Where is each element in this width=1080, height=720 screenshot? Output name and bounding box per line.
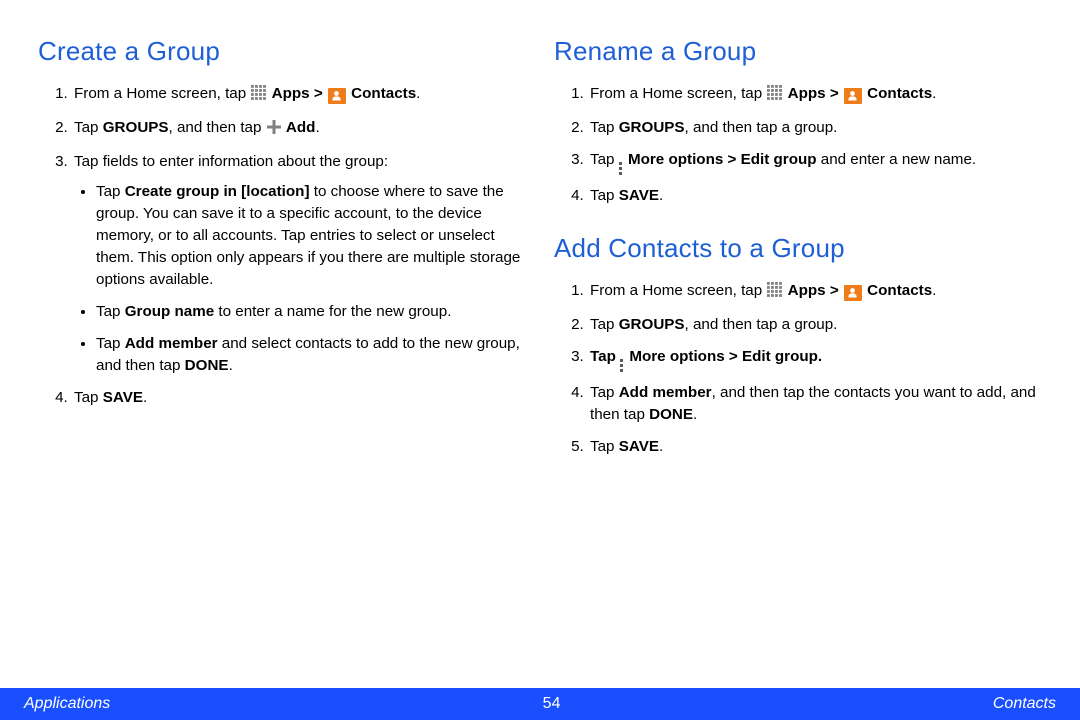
- text-bold: Contacts: [867, 282, 932, 299]
- text-bold: Apps: [788, 282, 826, 299]
- list-item: Tap Group name to enter a name for the n…: [96, 301, 526, 323]
- text: Tap: [590, 438, 619, 455]
- text-bold: GROUPS: [619, 316, 685, 333]
- text-bold: SAVE: [619, 438, 659, 455]
- page-footer: Applications 54 Contacts: [0, 688, 1080, 720]
- text: Tap: [590, 151, 619, 168]
- text: From a Home screen, tap: [74, 85, 250, 102]
- page-number: 54: [543, 695, 561, 713]
- text-bold: Add member: [619, 384, 712, 401]
- right-column: Rename a Group From a Home screen, tap A…: [554, 36, 1042, 682]
- contact-icon: [328, 88, 346, 104]
- text: Tap: [96, 303, 125, 320]
- text-bold: Tap: [590, 348, 620, 365]
- text-bold: Contacts: [351, 85, 416, 102]
- text-bold: SAVE: [103, 389, 143, 406]
- list-item: From a Home screen, tap Apps > Contacts.: [588, 83, 1042, 107]
- footer-right: Contacts: [993, 695, 1056, 713]
- apps-grid-icon: [767, 85, 782, 107]
- text-bold: Add member: [125, 335, 218, 352]
- text: Tap fields to enter information about th…: [74, 153, 388, 170]
- text: Tap: [96, 183, 125, 200]
- footer-left: Applications: [24, 695, 110, 713]
- list-item: Tap More options > Edit group.: [588, 346, 1042, 372]
- text-bold: More options > Edit group: [629, 348, 818, 365]
- add-contacts-steps: From a Home screen, tap Apps > Contacts.: [554, 280, 1042, 458]
- list-item: From a Home screen, tap Apps > Contacts.: [72, 83, 526, 107]
- text: Tap: [590, 119, 619, 136]
- apps-grid-icon: [767, 282, 782, 304]
- text-bold: >: [310, 85, 327, 102]
- text: .: [932, 282, 936, 299]
- list-item: Tap SAVE.: [588, 436, 1042, 458]
- list-item: Tap More options > Edit group and enter …: [588, 149, 1042, 175]
- text: , and then tap a group.: [685, 316, 838, 333]
- list-item: Tap Add member and select contacts to ad…: [96, 333, 526, 377]
- list-item: Tap SAVE.: [588, 185, 1042, 207]
- list-item: Tap Create group in [location] to choose…: [96, 181, 526, 291]
- text-bold: GROUPS: [103, 119, 169, 136]
- contact-icon: [844, 285, 862, 301]
- text: .: [315, 119, 319, 136]
- text: .: [659, 187, 663, 204]
- list-item: Tap GROUPS, and then tap a group.: [588, 117, 1042, 139]
- list-item: From a Home screen, tap Apps > Contacts.: [588, 280, 1042, 304]
- text-bold: DONE: [185, 357, 229, 374]
- heading-rename-group: Rename a Group: [554, 36, 1042, 67]
- list-item: Tap fields to enter information about th…: [72, 151, 526, 377]
- text: , and then tap: [169, 119, 266, 136]
- list-item: Tap GROUPS, and then tap a group.: [588, 314, 1042, 336]
- text: .: [229, 357, 233, 374]
- rename-group-steps: From a Home screen, tap Apps > Contacts.: [554, 83, 1042, 207]
- plus-icon: [267, 119, 281, 141]
- text: Tap: [590, 384, 619, 401]
- text-bold: Contacts: [867, 85, 932, 102]
- more-options-icon: [620, 359, 623, 372]
- create-group-steps: From a Home screen, tap Apps > Contacts.: [38, 83, 526, 409]
- text-bold: More options > Edit group: [628, 151, 817, 168]
- text: .: [416, 85, 420, 102]
- list-item: Tap Add member, and then tap the contact…: [588, 382, 1042, 426]
- text: , and then tap a group.: [685, 119, 838, 136]
- page-content: Create a Group From a Home screen, tap A…: [0, 0, 1080, 682]
- text-bold: Add: [286, 119, 316, 136]
- left-column: Create a Group From a Home screen, tap A…: [38, 36, 526, 682]
- text: .: [143, 389, 147, 406]
- text-bold: Apps: [788, 85, 826, 102]
- heading-create-group: Create a Group: [38, 36, 526, 67]
- text: Tap: [96, 335, 125, 352]
- list-item: Tap GROUPS, and then tap Add.: [72, 117, 526, 141]
- text-bold: >: [826, 282, 843, 299]
- text: From a Home screen, tap: [590, 85, 766, 102]
- list-item: Tap SAVE.: [72, 387, 526, 409]
- text-bold: GROUPS: [619, 119, 685, 136]
- heading-add-contacts: Add Contacts to a Group: [554, 233, 1042, 264]
- text: Tap: [590, 316, 619, 333]
- contact-icon: [844, 88, 862, 104]
- text: .: [693, 406, 697, 423]
- more-options-icon: [619, 162, 622, 175]
- text: From a Home screen, tap: [590, 282, 766, 299]
- text: .: [659, 438, 663, 455]
- text: Tap: [590, 187, 619, 204]
- text-bold: .: [818, 348, 822, 365]
- text: Tap: [74, 119, 103, 136]
- text-bold: Group name: [125, 303, 214, 320]
- text: to enter a name for the new group.: [214, 303, 451, 320]
- text: and enter a new name.: [817, 151, 977, 168]
- text-bold: DONE: [649, 406, 693, 423]
- text-bold: >: [826, 85, 843, 102]
- create-group-bullets: Tap Create group in [location] to choose…: [74, 181, 526, 377]
- text-bold: SAVE: [619, 187, 659, 204]
- text: Tap: [74, 389, 103, 406]
- apps-grid-icon: [251, 85, 266, 107]
- text: .: [932, 85, 936, 102]
- text-bold: Apps: [272, 85, 310, 102]
- text-bold: Create group in [location]: [125, 183, 310, 200]
